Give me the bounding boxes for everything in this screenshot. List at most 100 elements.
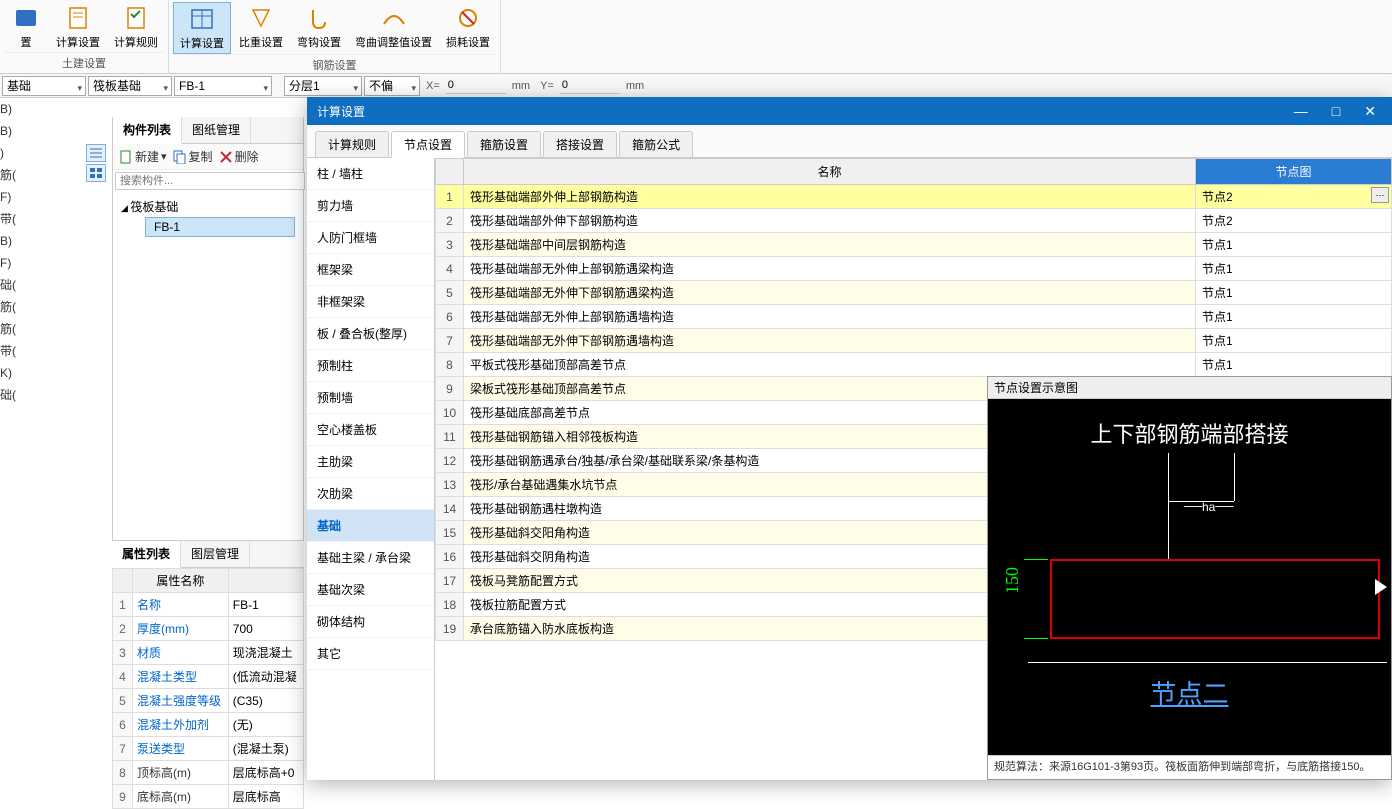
x-label: X=	[422, 80, 444, 92]
ribbon-group-civil: 置 计算设置 计算规则 土建设置	[0, 0, 169, 73]
dialog-tab-0[interactable]: 计算规则	[315, 131, 389, 157]
dialog-tab-3[interactable]: 搭接设置	[543, 131, 617, 157]
dropdown-subcategory[interactable]: 筏板基础	[88, 76, 172, 96]
category-item[interactable]: 人防门框墙	[307, 222, 434, 254]
preview-ha-label: —ha—	[1184, 495, 1233, 516]
ribbon-btn-calc-settings-civil[interactable]: 计算设置	[50, 2, 106, 52]
view-list-icon[interactable]	[86, 144, 106, 162]
category-item[interactable]: 剪力墙	[307, 190, 434, 222]
close-icon[interactable]: ✕	[1358, 103, 1382, 120]
grid-header-name: 名称	[464, 159, 1196, 185]
preview-node2-label: 节点二	[988, 674, 1391, 711]
component-tree: 筏板基础 FB-1	[113, 192, 303, 241]
component-toolbar: 新建 ▾ 复制 删除	[113, 144, 303, 170]
dropdown-bar: 基础 筏板基础 FB-1 分层1 不偏移 X= mm Y= mm	[0, 74, 1392, 98]
x-input[interactable]	[446, 78, 506, 94]
prop-row[interactable]: 7泵送类型(混凝土泵)	[113, 737, 304, 761]
grid-row[interactable]: 4筏形基础端部无外伸上部钢筋遇梁构造节点1	[436, 257, 1392, 281]
preview-rect	[1050, 559, 1380, 639]
ribbon-btn-bend-adjust[interactable]: 弯曲调整值设置	[349, 2, 438, 54]
category-item[interactable]: 基础次梁	[307, 574, 434, 606]
prop-row[interactable]: 9底标高(m)层底标高	[113, 785, 304, 809]
category-item[interactable]: 次肋梁	[307, 478, 434, 510]
component-panel-tabs: 构件列表 图纸管理	[113, 117, 303, 144]
dropdown-layer[interactable]: 分层1	[284, 76, 362, 96]
view-grid-icon[interactable]	[86, 164, 106, 182]
category-item[interactable]: 空心楼盖板	[307, 414, 434, 446]
tab-component-list[interactable]: 构件列表	[113, 117, 182, 144]
category-item[interactable]: 板 / 叠合板(整厚)	[307, 318, 434, 350]
view-toggle	[86, 144, 106, 182]
grid-row[interactable]: 2筏形基础端部外伸下部钢筋构造节点2	[436, 209, 1392, 233]
arrow-icon	[1375, 579, 1387, 595]
dialog-titlebar[interactable]: 计算设置 ― □ ✕	[307, 97, 1392, 125]
minimize-icon[interactable]: ―	[1288, 103, 1314, 120]
copy-button[interactable]: 复制	[173, 148, 213, 165]
category-item[interactable]: 预制墙	[307, 382, 434, 414]
category-item[interactable]: 其它	[307, 638, 434, 670]
y-input[interactable]	[560, 78, 620, 94]
dropdown-offset[interactable]: 不偏移	[364, 76, 420, 96]
ribbon-btn-calc-settings-rebar[interactable]: 计算设置	[173, 2, 231, 54]
preview-title: 节点设置示意图	[988, 377, 1391, 399]
dialog-tab-1[interactable]: 节点设置	[391, 131, 465, 158]
category-item[interactable]: 主肋梁	[307, 446, 434, 478]
dialog-tabs: 计算规则节点设置箍筋设置搭接设置箍筋公式	[307, 125, 1392, 158]
tab-layer-mgmt[interactable]: 图层管理	[181, 541, 250, 567]
grid-row[interactable]: 3筏形基础端部中间层钢筋构造节点1	[436, 233, 1392, 257]
dropdown-category[interactable]: 基础	[2, 76, 86, 96]
preview-footer-text: 规范算法：来源16G101-3第93页。筏板面筋伸到端部弯折，与底筋搭接150。	[988, 755, 1391, 779]
prop-row[interactable]: 3材质现浇混凝土	[113, 641, 304, 665]
dialog-title-text: 计算设置	[317, 103, 365, 120]
category-item[interactable]: 砌体结构	[307, 606, 434, 638]
grid-header-idx	[436, 159, 464, 185]
delete-button[interactable]: 删除	[219, 148, 259, 165]
ribbon-btn-loss[interactable]: 损耗设置	[440, 2, 496, 54]
category-item[interactable]: 非框架梁	[307, 286, 434, 318]
ribbon-btn-weight[interactable]: 比重设置	[233, 2, 289, 54]
category-item[interactable]: 预制柱	[307, 350, 434, 382]
grid-row[interactable]: 6筏形基础端部无外伸上部钢筋遇墙构造节点1	[436, 305, 1392, 329]
grid-row[interactable]: 7筏形基础端部无外伸下部钢筋遇墙构造节点1	[436, 329, 1392, 353]
prop-row[interactable]: 8顶标高(m)层底标高+0	[113, 761, 304, 785]
category-item[interactable]: 框架梁	[307, 254, 434, 286]
ribbon-btn-calc-rules[interactable]: 计算规则	[108, 2, 164, 52]
ellipsis-button[interactable]: ⋯	[1371, 187, 1389, 203]
prop-row[interactable]: 4混凝土类型(低流动混凝	[113, 665, 304, 689]
prop-row[interactable]: 2厚度(mm)700	[113, 617, 304, 641]
grid-row[interactable]: 8平板式筏形基础顶部高差节点节点1	[436, 353, 1392, 377]
preview-canvas: 上下部钢筋端部搭接 —ha— 150 节点二	[988, 399, 1391, 755]
preview-dim-150: 150	[1002, 567, 1023, 594]
maximize-icon[interactable]: □	[1326, 103, 1346, 120]
category-list: 柱 / 墙柱剪力墙人防门框墙框架梁非框架梁板 / 叠合板(整厚)预制柱预制墙空心…	[307, 158, 435, 780]
ribbon-group-rebar: 计算设置 比重设置 弯钩设置 弯曲调整值设置 损耗设置 钢筋设置	[169, 0, 501, 73]
y-label: Y=	[536, 80, 558, 92]
prop-header-name: 属性名称	[133, 569, 229, 593]
tree-parent[interactable]: 筏板基础	[121, 196, 295, 217]
prop-row[interactable]: 6混凝土外加剂(无)	[113, 713, 304, 737]
tab-property-list[interactable]: 属性列表	[112, 541, 181, 568]
dropdown-component[interactable]: FB-1	[174, 76, 272, 96]
ribbon-group-label-civil: 土建设置	[4, 52, 164, 73]
property-table: 属性名称 1名称FB-12厚度(mm)7003材质现浇混凝土4混凝土类型(低流动…	[112, 568, 304, 809]
category-item[interactable]: 柱 / 墙柱	[307, 158, 434, 190]
prop-row[interactable]: 1名称FB-1	[113, 593, 304, 617]
tree-child-fb1[interactable]: FB-1	[145, 217, 295, 237]
grid-row[interactable]: 1筏形基础端部外伸上部钢筋构造节点2⋯	[436, 185, 1392, 209]
category-item[interactable]: 基础	[307, 510, 434, 542]
dialog-tab-2[interactable]: 箍筋设置	[467, 131, 541, 157]
ribbon-btn-hook[interactable]: 弯钩设置	[291, 2, 347, 54]
category-item[interactable]: 基础主梁 / 承台梁	[307, 542, 434, 574]
node-preview-panel: 节点设置示意图 上下部钢筋端部搭接 —ha— 150 节点二 规范算法：来源16…	[987, 376, 1392, 780]
grid-row[interactable]: 5筏形基础端部无外伸下部钢筋遇梁构造节点1	[436, 281, 1392, 305]
mm-label-2: mm	[622, 80, 648, 92]
prop-row[interactable]: 5混凝土强度等级(C35)	[113, 689, 304, 713]
mm-label-1: mm	[508, 80, 534, 92]
ribbon-btn-0[interactable]: 置	[4, 2, 48, 52]
dialog-tab-4[interactable]: 箍筋公式	[619, 131, 693, 157]
new-button[interactable]: 新建 ▾	[119, 148, 167, 165]
left-cutoff-panel: B)B))筋(S)F)带(H)B)F)础(M)筋(R)筋(X)带(W)K)础(D…	[0, 98, 16, 780]
search-input[interactable]	[115, 172, 305, 190]
ribbon-group-label-rebar: 钢筋设置	[173, 54, 496, 75]
tab-drawing-mgmt[interactable]: 图纸管理	[182, 117, 251, 143]
